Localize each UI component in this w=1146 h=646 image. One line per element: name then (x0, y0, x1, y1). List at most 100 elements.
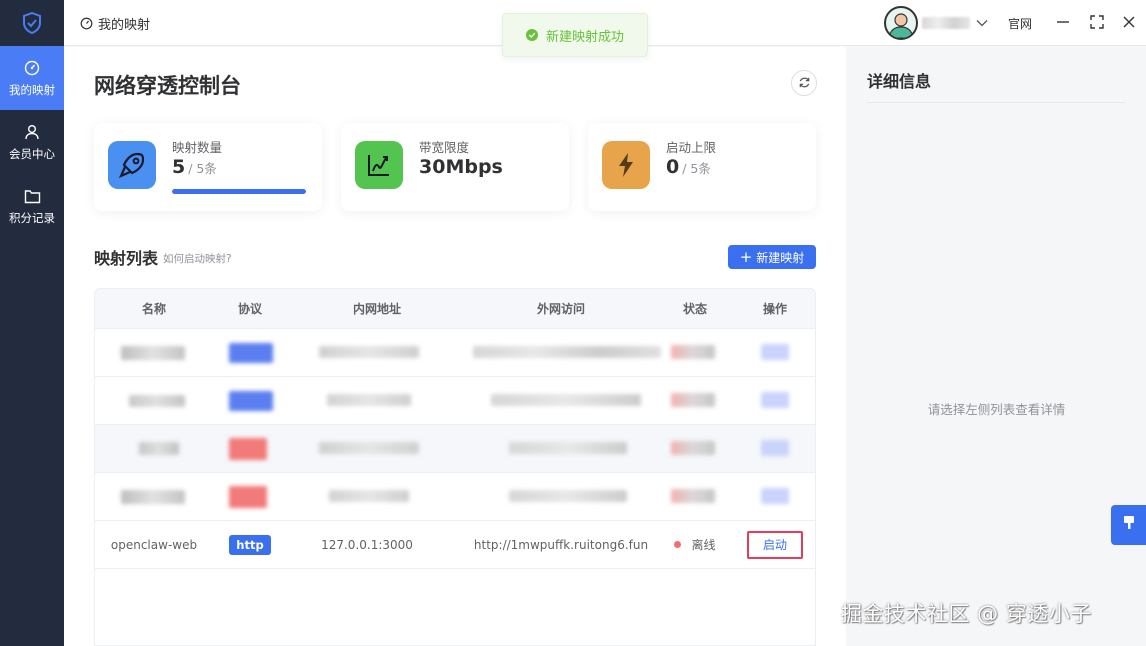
sidebar: 我的映射 会员中心 积分记录 (0, 0, 64, 646)
row-status: 离线 (655, 521, 735, 568)
detail-empty-hint: 请选择左侧列表查看详情 (927, 402, 1066, 417)
redacted-action (761, 344, 789, 360)
watermark: 掘金技术社区 @ 穿透小子 (841, 602, 1092, 626)
stat-label: 带宽限度 (419, 140, 470, 155)
redacted-protocol-tag (229, 486, 267, 508)
redacted-protocol-tag (229, 343, 273, 363)
refresh-button[interactable] (791, 70, 817, 96)
column-header-protocol: 协议 (237, 302, 262, 316)
gauge-icon (24, 58, 40, 78)
chevron-down-icon (976, 19, 988, 27)
rocket-icon (108, 141, 156, 189)
table-row-redacted[interactable] (95, 425, 815, 473)
redacted-action (761, 440, 789, 456)
row-local-address: 127.0.0.1:3000 (321, 537, 413, 552)
stat-value-sub: / 5条 (682, 161, 711, 176)
stat-value: 0/ 5条 (666, 156, 711, 178)
stat-card-start-limit: 启动上限 0/ 5条 (588, 123, 816, 211)
column-header-name: 名称 (141, 302, 166, 316)
avatar (884, 6, 918, 40)
redacted-status (671, 345, 715, 359)
new-mapping-button[interactable]: + 新建映射 (728, 245, 816, 269)
stat-value: 30Mbps (419, 156, 503, 178)
table-row-redacted[interactable] (95, 377, 815, 425)
sidebar-item-label: 积分记录 (9, 211, 55, 225)
fullscreen-icon[interactable] (1087, 12, 1107, 32)
stat-card-mapping-count: 映射数量 5/ 5条 (94, 123, 322, 211)
shield-logo-icon (0, 0, 64, 46)
stat-value-number: 30Mbps (419, 156, 503, 178)
row-protocol: http (213, 521, 287, 568)
row-action: 启动 (735, 521, 815, 568)
gauge-icon (80, 17, 93, 30)
user-icon (24, 122, 40, 142)
redacted-status (671, 489, 715, 503)
table-row-redacted[interactable] (95, 329, 815, 377)
redacted-protocol-tag (229, 438, 267, 460)
breadcrumb: 我的映射 (80, 14, 150, 33)
redacted-local-address (327, 394, 411, 406)
main-panel: 网络穿透控制台 映射数量 5/ 5条 带宽限度 30Mbps 启动上限 0/ 5… (64, 47, 846, 646)
detail-title: 详细信息 (867, 72, 932, 91)
mapping-table: 名称 协议 内网地址 外网访问 状态 操作 openclaw-web http … (94, 288, 816, 646)
row-name: openclaw-web (110, 537, 198, 552)
protocol-tag: http (229, 534, 271, 555)
redacted-public-address (491, 394, 641, 406)
stat-label: 启动上限 (666, 140, 717, 155)
mapping-count-progress (172, 189, 306, 194)
sidebar-item-member-center[interactable]: 会员中心 (0, 110, 64, 174)
stat-label: 映射数量 (172, 140, 223, 155)
detail-panel: 详细信息 请选择左侧列表查看详情 (847, 47, 1146, 646)
stat-value-number: 5 (172, 156, 186, 178)
minimize-icon[interactable] (1053, 12, 1073, 32)
plus-icon: + (739, 247, 753, 266)
new-mapping-label: 新建映射 (756, 250, 805, 265)
username-redacted (922, 17, 970, 29)
stat-value-sub: / 5条 (188, 161, 217, 176)
stat-value: 5/ 5条 (172, 156, 217, 178)
row-public-address[interactable]: http://1mwpuffk.ruitong6.fun (467, 521, 655, 568)
sidebar-item-my-mappings[interactable]: 我的映射 (0, 46, 64, 110)
redacted-public-address (509, 490, 627, 502)
redacted-name (121, 490, 185, 504)
status-text: 离线 (691, 538, 716, 552)
column-header-action: 操作 (762, 302, 787, 316)
success-toast: 新建映射成功 (502, 13, 648, 57)
close-icon[interactable] (1119, 12, 1139, 32)
column-header-status: 状态 (682, 302, 707, 316)
divider (867, 102, 1125, 103)
redacted-action (761, 392, 789, 408)
redacted-status (671, 393, 715, 407)
lightning-icon (602, 141, 650, 189)
trend-chart-icon (355, 141, 403, 189)
page-title: 网络穿透控制台 (94, 74, 241, 98)
sidebar-item-points-record[interactable]: 积分记录 (0, 174, 64, 238)
redacted-name (139, 442, 179, 455)
sidebar-item-label: 我的映射 (9, 83, 55, 97)
redacted-name (129, 395, 185, 407)
brush-icon (1122, 515, 1136, 535)
table-header: 名称 协议 内网地址 外网访问 状态 操作 (95, 289, 815, 329)
mapping-list-title: 映射列表 (94, 249, 159, 268)
refresh-icon (798, 74, 811, 93)
redacted-local-address (329, 490, 409, 502)
redacted-local-address (319, 442, 419, 454)
redacted-local-address (319, 346, 419, 358)
redacted-protocol-tag (229, 391, 273, 411)
user-menu[interactable] (884, 6, 988, 40)
redacted-action (761, 488, 789, 504)
table-row-redacted[interactable] (95, 473, 815, 521)
redacted-status (671, 441, 715, 455)
table-row[interactable]: openclaw-web http 127.0.0.1:3000 http://… (95, 521, 815, 569)
redacted-public-address (509, 442, 627, 454)
start-button[interactable]: 启动 (747, 530, 803, 559)
redacted-name (121, 346, 185, 360)
folder-icon (24, 186, 41, 206)
toast-text: 新建映射成功 (545, 29, 624, 45)
official-site-link[interactable]: 官网 (1008, 15, 1032, 32)
breadcrumb-label: 我的映射 (98, 18, 151, 33)
how-to-start-help-link[interactable]: 如何启动映射? (163, 251, 232, 266)
feedback-float-button[interactable] (1111, 505, 1146, 545)
sidebar-item-label: 会员中心 (9, 147, 55, 161)
progress-fill (172, 189, 306, 194)
